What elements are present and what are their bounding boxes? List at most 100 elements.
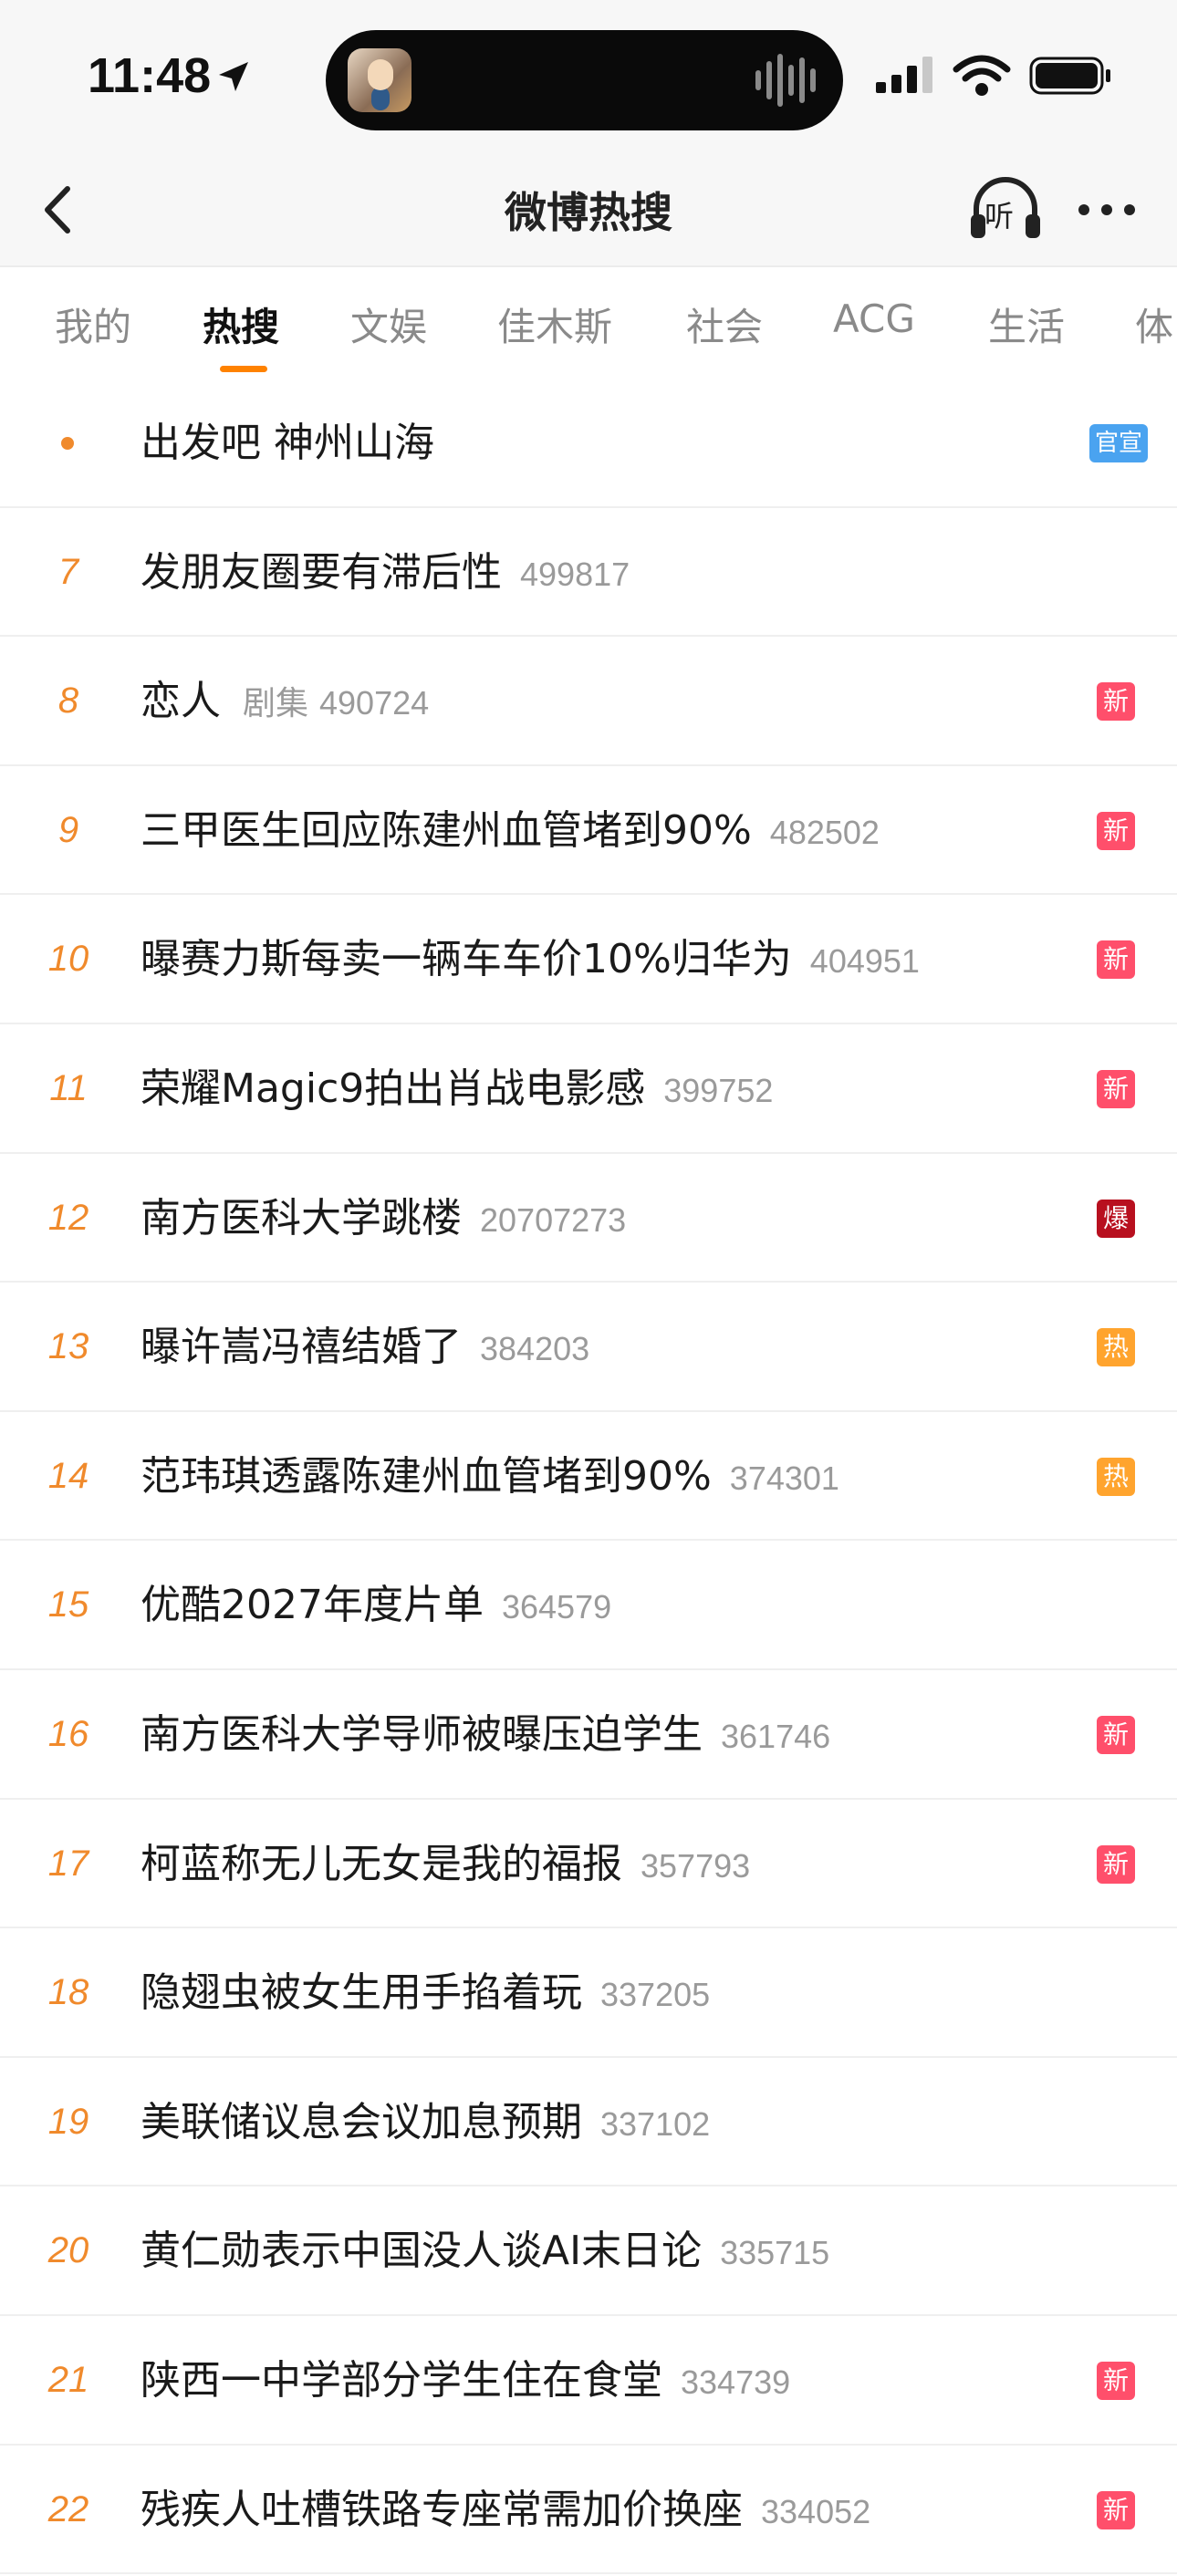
rank-number: 11 bbox=[49, 1067, 88, 1108]
rank-number: 9 bbox=[57, 809, 79, 850]
tab-jiamusi[interactable]: 佳木斯 bbox=[497, 296, 612, 352]
dynamic-island[interactable] bbox=[326, 30, 843, 130]
item-badge: 新 bbox=[1097, 2361, 1135, 2400]
rank-number: 20 bbox=[47, 2230, 89, 2271]
battery-icon bbox=[1029, 57, 1110, 95]
listen-label[interactable]: 听 bbox=[984, 193, 1014, 235]
tab-sports[interactable]: 体 bbox=[1135, 296, 1173, 352]
hot-search-list: 出发吧 神州山海 官宣 7 发朋友圈要有滞后性 499817 8 恋人 剧集 490724 新 9 三… bbox=[0, 379, 1177, 2575]
item-title: 隐翅虫被女生用手掐着玩 bbox=[141, 1969, 582, 2017]
item-badge: 新 bbox=[1097, 1715, 1135, 1754]
tab-entertainment[interactable]: 文娱 bbox=[350, 296, 427, 352]
rank-number: 7 bbox=[57, 551, 79, 592]
item-title: 恋人 bbox=[141, 678, 221, 725]
item-badge: 新 bbox=[1097, 1844, 1135, 1884]
item-title: 曝许嵩冯禧结婚了 bbox=[141, 1324, 462, 1371]
item-badge: 热 bbox=[1097, 1328, 1135, 1367]
list-item[interactable]: 14 范玮琪透露陈建州血管堵到90% 374301 热 bbox=[0, 1412, 1177, 1542]
item-badge: 新 bbox=[1097, 940, 1135, 980]
pinned-dot-icon bbox=[61, 437, 74, 450]
item-title: 范玮琪透露陈建州血管堵到90% bbox=[141, 1452, 712, 1500]
item-badge: 官宣 bbox=[1088, 424, 1148, 462]
item-title: 残疾人吐槽铁路专座常需加价换座 bbox=[141, 2486, 743, 2533]
item-title: 美联储议息会议加息预期 bbox=[141, 2098, 582, 2145]
item-title-line: 南方医科大学跳楼 20707273 bbox=[141, 1154, 626, 1283]
item-title-line: 隐翅虫被女生用手掐着玩 337205 bbox=[141, 1928, 710, 2057]
list-item[interactable]: 16 南方医科大学导师被曝压迫学生 361746 新 bbox=[0, 1670, 1177, 1800]
list-item[interactable]: 18 隐翅虫被女生用手掐着玩 337205 bbox=[0, 1928, 1177, 2058]
rank-number: 10 bbox=[47, 939, 89, 980]
item-heat-count: 374301 bbox=[729, 1459, 839, 1497]
item-title: 曝赛力斯每卖一辆车车价10%归华为 bbox=[141, 936, 792, 983]
item-title: 荣耀Magic9拍出肖战电影感 bbox=[141, 1065, 646, 1112]
location-arrow-icon bbox=[219, 62, 248, 91]
item-badge: 新 bbox=[1097, 811, 1135, 850]
item-title: 黄仁勋表示中国没人谈AI末日论 bbox=[141, 2228, 703, 2275]
list-item[interactable]: 7 发朋友圈要有滞后性 499817 bbox=[0, 508, 1177, 638]
list-item[interactable]: 12 南方医科大学跳楼 20707273 爆 bbox=[0, 1154, 1177, 1283]
wifi-icon bbox=[953, 55, 1011, 96]
item-heat-count: 499817 bbox=[520, 555, 630, 593]
item-badge: 热 bbox=[1097, 1457, 1135, 1496]
item-title-line: 三甲医生回应陈建州血管堵到90% 482502 bbox=[141, 766, 880, 895]
rank-number: 17 bbox=[47, 1843, 89, 1884]
item-heat-count: 490724 bbox=[319, 684, 430, 722]
list-item[interactable]: 21 陕西一中学部分学生住在食堂 334739 新 bbox=[0, 2316, 1177, 2446]
status-bar: 11:48 bbox=[0, 0, 1177, 160]
rank-number: 18 bbox=[47, 1972, 89, 2013]
item-title-line: 出发吧 神州山海 bbox=[141, 379, 434, 507]
item-badge: 爆 bbox=[1097, 1199, 1135, 1238]
item-title-line: 优酷2027年度片单 364579 bbox=[141, 1541, 611, 1669]
item-title: 南方医科大学导师被曝压迫学生 bbox=[141, 1710, 703, 1758]
item-badge: 新 bbox=[1097, 1069, 1135, 1108]
tab-life[interactable]: 生活 bbox=[988, 296, 1065, 352]
rank-number: 21 bbox=[47, 2359, 89, 2400]
status-time: 11:48 bbox=[88, 48, 212, 103]
list-item[interactable]: 19 美联储议息会议加息预期 337102 bbox=[0, 2058, 1177, 2187]
list-item[interactable]: 22 残疾人吐槽铁路专座常需加价换座 334052 新 bbox=[0, 2446, 1177, 2575]
item-heat-count: 334739 bbox=[681, 2363, 791, 2401]
item-title: 优酷2027年度片单 bbox=[141, 1582, 484, 1629]
tab-society[interactable]: 社会 bbox=[686, 296, 763, 352]
now-playing-artwork-icon[interactable] bbox=[348, 48, 411, 112]
item-badge: 新 bbox=[1097, 682, 1135, 722]
audio-wave-icon bbox=[755, 54, 816, 107]
active-tab-indicator bbox=[220, 366, 267, 372]
item-heat-count: 399752 bbox=[663, 1071, 774, 1109]
item-heat-count: 335715 bbox=[720, 2234, 830, 2272]
rank-number: 19 bbox=[47, 2101, 89, 2142]
list-item[interactable]: 8 恋人 剧集 490724 新 bbox=[0, 637, 1177, 766]
item-title-line: 柯蓝称无儿无女是我的福报 357793 bbox=[141, 1800, 750, 1928]
item-title-line: 范玮琪透露陈建州血管堵到90% 374301 bbox=[141, 1412, 839, 1541]
tab-acg[interactable]: ACG bbox=[833, 296, 915, 341]
rank-number: 13 bbox=[47, 1326, 89, 1367]
title-bar: 微博热搜 听 bbox=[0, 160, 1177, 267]
item-title: 柯蓝称无儿无女是我的福报 bbox=[141, 1840, 622, 1887]
more-icon[interactable] bbox=[1075, 187, 1139, 233]
item-title: 发朋友圈要有滞后性 bbox=[141, 548, 502, 596]
category-tabs: 我的 热搜 文娱 佳木斯 社会 ACG 生活 体 bbox=[0, 269, 1177, 379]
list-item[interactable]: 15 优酷2027年度片单 364579 bbox=[0, 1541, 1177, 1670]
item-title-line: 陕西一中学部分学生住在食堂 334739 bbox=[141, 2316, 790, 2445]
item-title-line: 恋人 剧集 490724 bbox=[141, 637, 429, 765]
item-badge: 新 bbox=[1097, 2490, 1135, 2529]
item-title-line: 黄仁勋表示中国没人谈AI末日论 335715 bbox=[141, 2186, 829, 2315]
item-heat-count: 361746 bbox=[721, 1717, 831, 1755]
rank-number: 12 bbox=[47, 1197, 89, 1238]
item-title: 陕西一中学部分学生住在食堂 bbox=[141, 2356, 662, 2404]
item-heat-count: 384203 bbox=[480, 1330, 590, 1368]
list-item[interactable]: 10 曝赛力斯每卖一辆车车价10%归华为 404951 新 bbox=[0, 895, 1177, 1024]
list-item[interactable]: 17 柯蓝称无儿无女是我的福报 357793 新 bbox=[0, 1800, 1177, 1929]
item-heat-count: 364579 bbox=[501, 1588, 612, 1626]
list-item[interactable]: 9 三甲医生回应陈建州血管堵到90% 482502 新 bbox=[0, 766, 1177, 896]
item-title: 三甲医生回应陈建州血管堵到90% bbox=[141, 806, 752, 854]
tab-hot-search[interactable]: 热搜 bbox=[203, 296, 279, 352]
rank-number: 14 bbox=[47, 1455, 89, 1496]
list-item[interactable]: 13 曝许嵩冯禧结婚了 384203 热 bbox=[0, 1283, 1177, 1412]
item-title: 出发吧 神州山海 bbox=[141, 420, 434, 466]
list-item[interactable]: 20 黄仁勋表示中国没人谈AI末日论 335715 bbox=[0, 2186, 1177, 2316]
rank-number: 15 bbox=[47, 1584, 89, 1626]
list-item[interactable]: 出发吧 神州山海 官宣 bbox=[0, 379, 1177, 508]
list-item[interactable]: 11 荣耀Magic9拍出肖战电影感 399752 新 bbox=[0, 1024, 1177, 1154]
tab-mine[interactable]: 我的 bbox=[55, 296, 131, 352]
